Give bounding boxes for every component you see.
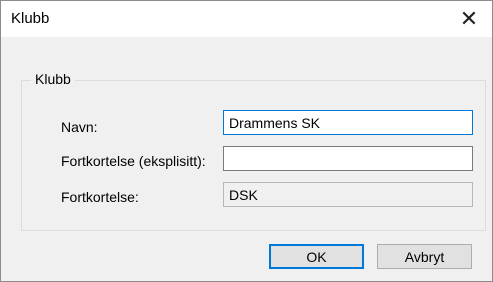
fortkortelse-eksplisitt-label: Fortkortelse (eksplisitt): [61,153,206,169]
groupbox-legend: Klubb [31,71,75,87]
fortkortelse-label: Fortkortelse: [61,189,139,205]
navn-input[interactable] [223,110,473,135]
close-icon[interactable]: ✕ [446,1,492,37]
dialog-window: Klubb ✕ Klubb Navn: Fortkortelse (ekspli… [0,0,493,282]
cancel-button[interactable]: Avbryt [377,244,472,269]
fortkortelse-readonly-field [223,182,473,207]
title-bar: Klubb ✕ [1,1,492,37]
fortkortelse-eksplisitt-input[interactable] [223,146,473,171]
ok-button[interactable]: OK [269,244,364,269]
navn-label: Navn: [61,119,98,135]
window-title: Klubb [11,10,50,27]
